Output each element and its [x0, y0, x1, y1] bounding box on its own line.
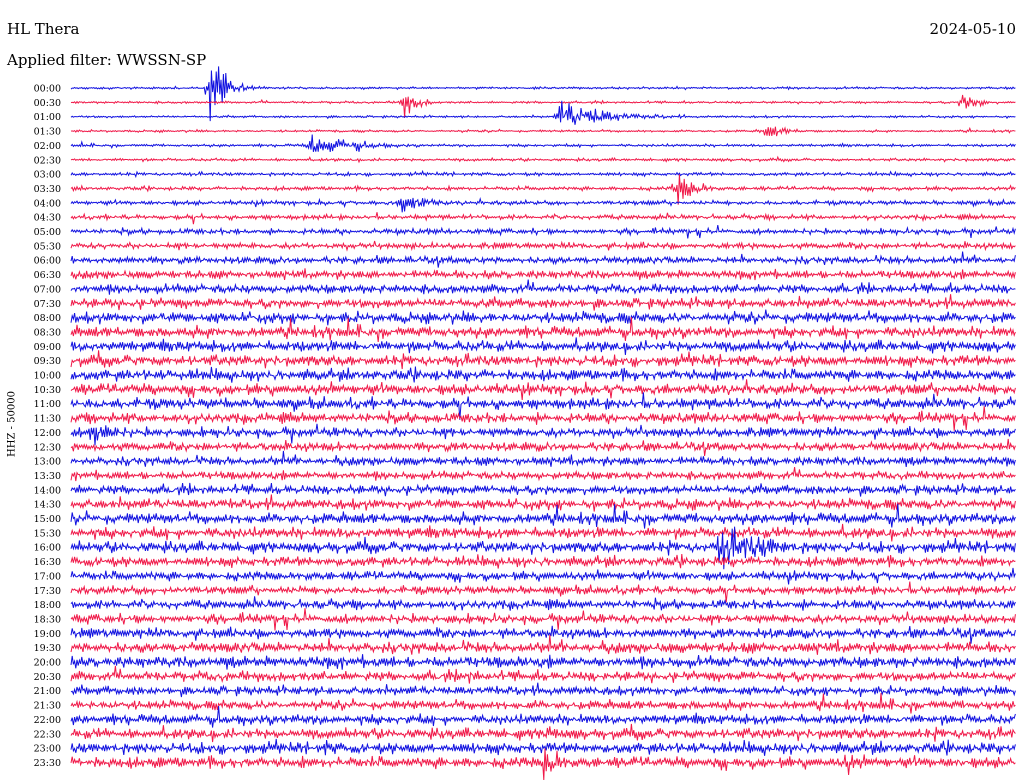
- row-time-label: 19:30: [34, 643, 61, 654]
- trace-row-1530: [70, 523, 1016, 542]
- row-time-label: 01:30: [34, 127, 61, 138]
- row-time-label: 22:00: [34, 715, 61, 726]
- row-time-label: 08:00: [34, 313, 61, 324]
- row-time-label: 16:30: [34, 557, 61, 568]
- trace-row-0930: [70, 350, 1016, 370]
- row-time-label: 01:00: [34, 112, 61, 123]
- trace-row-1730: [70, 581, 1016, 603]
- row-time-label: 19:00: [34, 629, 61, 640]
- row-time-label: 03:00: [34, 170, 61, 181]
- trace-row-1200: [70, 423, 1016, 446]
- trace-row-1700: [70, 567, 1016, 585]
- row-time-label: 05:00: [34, 227, 61, 238]
- trace-row-1830: [70, 608, 1016, 631]
- row-time-label: 08:30: [34, 327, 61, 338]
- trace-row-0330: [70, 174, 1016, 205]
- row-time-label: 02:30: [34, 155, 61, 166]
- trace-row-1300: [70, 450, 1016, 467]
- trace-row-1500: [70, 503, 1016, 529]
- trace-row-1330: [70, 467, 1016, 482]
- trace-row-1130: [70, 406, 1016, 431]
- row-time-label: 22:30: [34, 729, 61, 740]
- row-time-label: 03:30: [34, 184, 61, 195]
- trace-row-0500: [70, 225, 1016, 239]
- trace-row-0030: [70, 94, 1016, 118]
- trace-row-0100: [70, 100, 1016, 125]
- trace-row-2330: [70, 748, 1016, 780]
- trace-row-0300: [70, 169, 1016, 179]
- trace-row-0130: [70, 126, 1016, 137]
- row-time-label: 12:00: [34, 428, 61, 439]
- row-time-label: 09:30: [34, 356, 61, 367]
- row-time-label: 07:30: [34, 299, 61, 310]
- trace-row-0700: [70, 279, 1016, 295]
- row-time-label: 18:30: [34, 614, 61, 625]
- trace-row-2030: [70, 665, 1016, 684]
- trace-row-0400: [70, 196, 1016, 213]
- row-time-label: 17:00: [34, 571, 61, 582]
- row-time-label: 06:30: [34, 270, 61, 281]
- row-time-label: 05:30: [34, 241, 61, 252]
- trace-row-0900: [70, 337, 1016, 356]
- row-time-label: 10:00: [34, 371, 61, 382]
- trace-row-0630: [70, 268, 1016, 281]
- row-time-label: 14:30: [34, 500, 61, 511]
- row-time-label: 15:00: [34, 514, 61, 525]
- trace-row-2130: [70, 692, 1016, 714]
- row-time-label: 20:30: [34, 672, 61, 683]
- trace-row-0800: [70, 309, 1016, 326]
- row-time-label: 12:30: [34, 442, 61, 453]
- seismogram-plot: 00:00 00:30 01:00 01:30 02:00 02:30 03:00 03:30…: [34, 66, 1016, 780]
- trace-row-1100: [70, 392, 1016, 420]
- row-time-label: 06:00: [34, 256, 61, 267]
- row-time-label: 09:00: [34, 342, 61, 353]
- trace-row-2100: [70, 682, 1016, 698]
- trace-row-0230: [70, 155, 1016, 164]
- trace-row-0000: [70, 66, 1016, 122]
- trace-row-0530: [70, 240, 1016, 252]
- row-time-label: 07:00: [34, 284, 61, 295]
- trace-row-1430: [70, 494, 1016, 512]
- row-time-label: 18:00: [34, 600, 61, 611]
- row-time-label: 02:00: [34, 141, 61, 152]
- trace-row-1030: [70, 379, 1016, 401]
- row-time-label: 14:00: [34, 485, 61, 496]
- trace-row-0830: [70, 317, 1016, 343]
- row-time-label: 20:00: [34, 658, 61, 669]
- row-time-label: 15:30: [34, 528, 61, 539]
- row-time-label: 21:00: [34, 686, 61, 697]
- row-time-label: 17:30: [34, 586, 61, 597]
- trace-row-0730: [70, 294, 1016, 311]
- trace-row-1400: [70, 482, 1016, 497]
- row-time-label: 23:00: [34, 744, 61, 755]
- row-time-label: 13:30: [34, 471, 61, 482]
- row-time-label: 04:00: [34, 198, 61, 209]
- trace-row-1930: [70, 634, 1016, 655]
- trace-row-1000: [70, 366, 1016, 383]
- trace-row-2000: [70, 654, 1016, 670]
- trace-row-1800: [70, 596, 1016, 611]
- row-time-label: 11:30: [34, 414, 61, 425]
- trace-row-0200: [70, 134, 1016, 153]
- trace-row-1900: [70, 625, 1016, 644]
- row-time-label: 04:30: [34, 213, 61, 224]
- row-time-label: 11:00: [34, 399, 61, 410]
- row-time-label: 16:00: [34, 543, 61, 554]
- row-time-label: 00:30: [34, 98, 61, 109]
- row-time-label: 00:00: [34, 84, 61, 95]
- row-time-label: 21:30: [34, 701, 61, 712]
- trace-row-1630: [70, 553, 1016, 569]
- row-time-label: 13:00: [34, 457, 61, 468]
- trace-row-0430: [70, 212, 1016, 225]
- row-time-label: 10:30: [34, 385, 61, 396]
- row-time-label: 23:30: [34, 758, 61, 769]
- trace-row-0600: [70, 251, 1016, 268]
- trace-row-1230: [70, 438, 1016, 457]
